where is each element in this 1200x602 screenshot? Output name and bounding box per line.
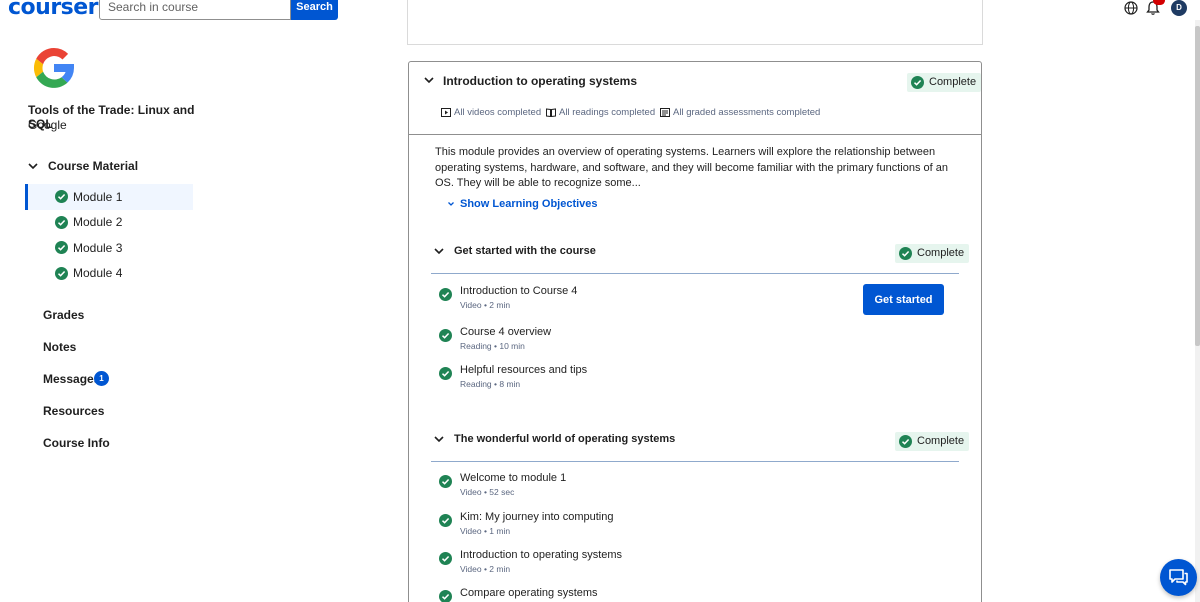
video-icon — [441, 108, 451, 117]
scrollbar-thumb[interactable] — [1195, 26, 1200, 346]
sidebar-item-module-2[interactable]: Module 2 — [25, 210, 193, 236]
sidebar-item-notes[interactable]: Notes — [43, 340, 76, 354]
divider — [409, 134, 981, 135]
list-item[interactable]: Introduction to Course 4 Video • 2 min — [439, 285, 839, 315]
module-label: Module 2 — [73, 215, 123, 230]
check-circle-icon — [439, 590, 452, 602]
item-meta: Video • 1 min — [460, 526, 511, 536]
chevron-down-icon — [434, 248, 444, 255]
item-title: Course 4 overview — [460, 326, 552, 338]
chevron-down-icon — [434, 436, 444, 443]
check-circle-icon — [55, 266, 68, 280]
item-title: Introduction to operating systems — [460, 549, 623, 561]
search-button[interactable]: Search — [291, 0, 338, 20]
readings-summary-label: All readings completed — [559, 107, 656, 118]
chevron-down-icon — [28, 163, 38, 170]
assessment-icon — [660, 108, 670, 117]
book-icon — [546, 108, 556, 117]
course-material-label: Course Material — [48, 159, 139, 173]
readings-summary: All readings completed — [546, 107, 655, 118]
item-title: Introduction to Course 4 — [460, 285, 578, 297]
check-circle-icon — [911, 76, 924, 89]
status-label: Complete — [929, 76, 977, 88]
module-description: This module provides an overview of oper… — [435, 146, 948, 189]
list-item[interactable]: Course 4 overview Reading • 10 min — [439, 326, 839, 356]
lesson-toggle[interactable]: Get started with the course — [433, 241, 596, 261]
google-logo-icon — [33, 47, 74, 88]
sidebar-item-grades[interactable]: Grades — [43, 308, 84, 322]
course-material-toggle[interactable]: Course Material — [26, 156, 138, 176]
list-item[interactable]: Welcome to module 1 Video • 52 sec — [439, 472, 839, 502]
lesson-title: Get started with the course — [454, 245, 596, 257]
course-partner: Google — [28, 118, 67, 132]
avatar[interactable]: D — [1171, 0, 1187, 16]
status-badge: Complete — [907, 73, 982, 92]
check-circle-icon — [439, 367, 452, 380]
list-item[interactable]: Compare operating systems — [439, 587, 839, 602]
item-meta: Video • 2 min — [460, 300, 511, 310]
check-circle-icon — [899, 247, 912, 260]
chat-button[interactable] — [1160, 559, 1197, 596]
module-label: Module 3 — [73, 240, 123, 255]
item-title: Helpful resources and tips — [460, 364, 588, 376]
chevron-down-icon — [448, 202, 454, 206]
module-card: Introduction to operating systems Comple… — [408, 61, 982, 602]
check-circle-icon — [899, 435, 912, 448]
sidebar-item-module-4[interactable]: Module 4 — [25, 261, 193, 287]
divider — [431, 273, 959, 274]
sidebar-item-module-3[interactable]: Module 3 — [25, 235, 193, 261]
chevron-down-icon[interactable] — [423, 74, 435, 86]
sidebar-item-module-1[interactable]: Module 1 — [25, 184, 193, 210]
sidebar-item-resources[interactable]: Resources — [43, 404, 104, 418]
check-circle-icon — [439, 552, 452, 565]
module-label: Module 1 — [73, 189, 123, 204]
check-circle-icon — [55, 190, 68, 203]
check-circle-icon — [55, 215, 68, 229]
check-circle-icon — [439, 475, 452, 488]
search-input[interactable] — [99, 0, 291, 20]
item-meta: Reading • 10 min — [460, 341, 525, 351]
item-title: Kim: My journey into computing — [460, 511, 614, 523]
assessments-summary: All graded assessments completed — [660, 107, 820, 118]
item-meta: Video • 2 min — [460, 564, 511, 574]
get-started-button[interactable]: Get started — [863, 284, 944, 315]
item-meta: Reading • 8 min — [460, 379, 521, 389]
chat-icon — [1169, 569, 1188, 586]
item-meta: Video • 52 sec — [460, 487, 515, 497]
objectives-label: Show Learning Objectives — [460, 198, 598, 210]
status-label: Complete — [917, 435, 965, 447]
divider — [431, 461, 959, 462]
videos-summary: All videos completed — [441, 107, 541, 118]
item-title: Compare operating systems — [460, 587, 598, 599]
status-badge: Complete — [895, 244, 970, 263]
check-circle-icon — [439, 329, 452, 342]
sidebar-item-course-info[interactable]: Course Info — [43, 436, 110, 450]
notification-badge — [1153, 0, 1165, 5]
coursera-logo[interactable]: coursera — [8, 0, 113, 20]
assessments-summary-label: All graded assessments completed — [673, 107, 821, 118]
list-item[interactable]: Kim: My journey into computing Video • 1… — [439, 511, 839, 541]
check-circle-icon — [439, 514, 452, 527]
sidebar-item-messages[interactable]: Messages — [43, 372, 100, 386]
module-list: Module 1 Module 2 Module 3 Module 4 — [25, 184, 193, 286]
messages-count-badge: 1 — [94, 371, 109, 386]
lesson-title: The wonderful world of operating systems — [454, 433, 676, 445]
previous-module-card — [407, 0, 983, 45]
show-learning-objectives-link[interactable]: Show Learning Objectives — [447, 198, 598, 210]
list-item[interactable]: Helpful resources and tips Reading • 8 m… — [439, 364, 839, 394]
item-title: Welcome to module 1 — [460, 472, 567, 484]
module-label: Module 4 — [73, 266, 123, 281]
globe-icon[interactable] — [1124, 1, 1138, 15]
status-badge: Complete — [895, 432, 970, 451]
lesson-toggle[interactable]: The wonderful world of operating systems — [433, 429, 675, 449]
check-circle-icon — [55, 241, 68, 254]
status-label: Complete — [917, 247, 965, 259]
list-item[interactable]: Introduction to operating systems Video … — [439, 549, 839, 579]
check-circle-icon — [439, 288, 452, 301]
module-title[interactable]: Introduction to operating systems — [443, 74, 637, 88]
course-sidebar: Tools of the Trade: Linux and SQL Google… — [0, 20, 200, 602]
videos-summary-label: All videos completed — [454, 107, 542, 118]
